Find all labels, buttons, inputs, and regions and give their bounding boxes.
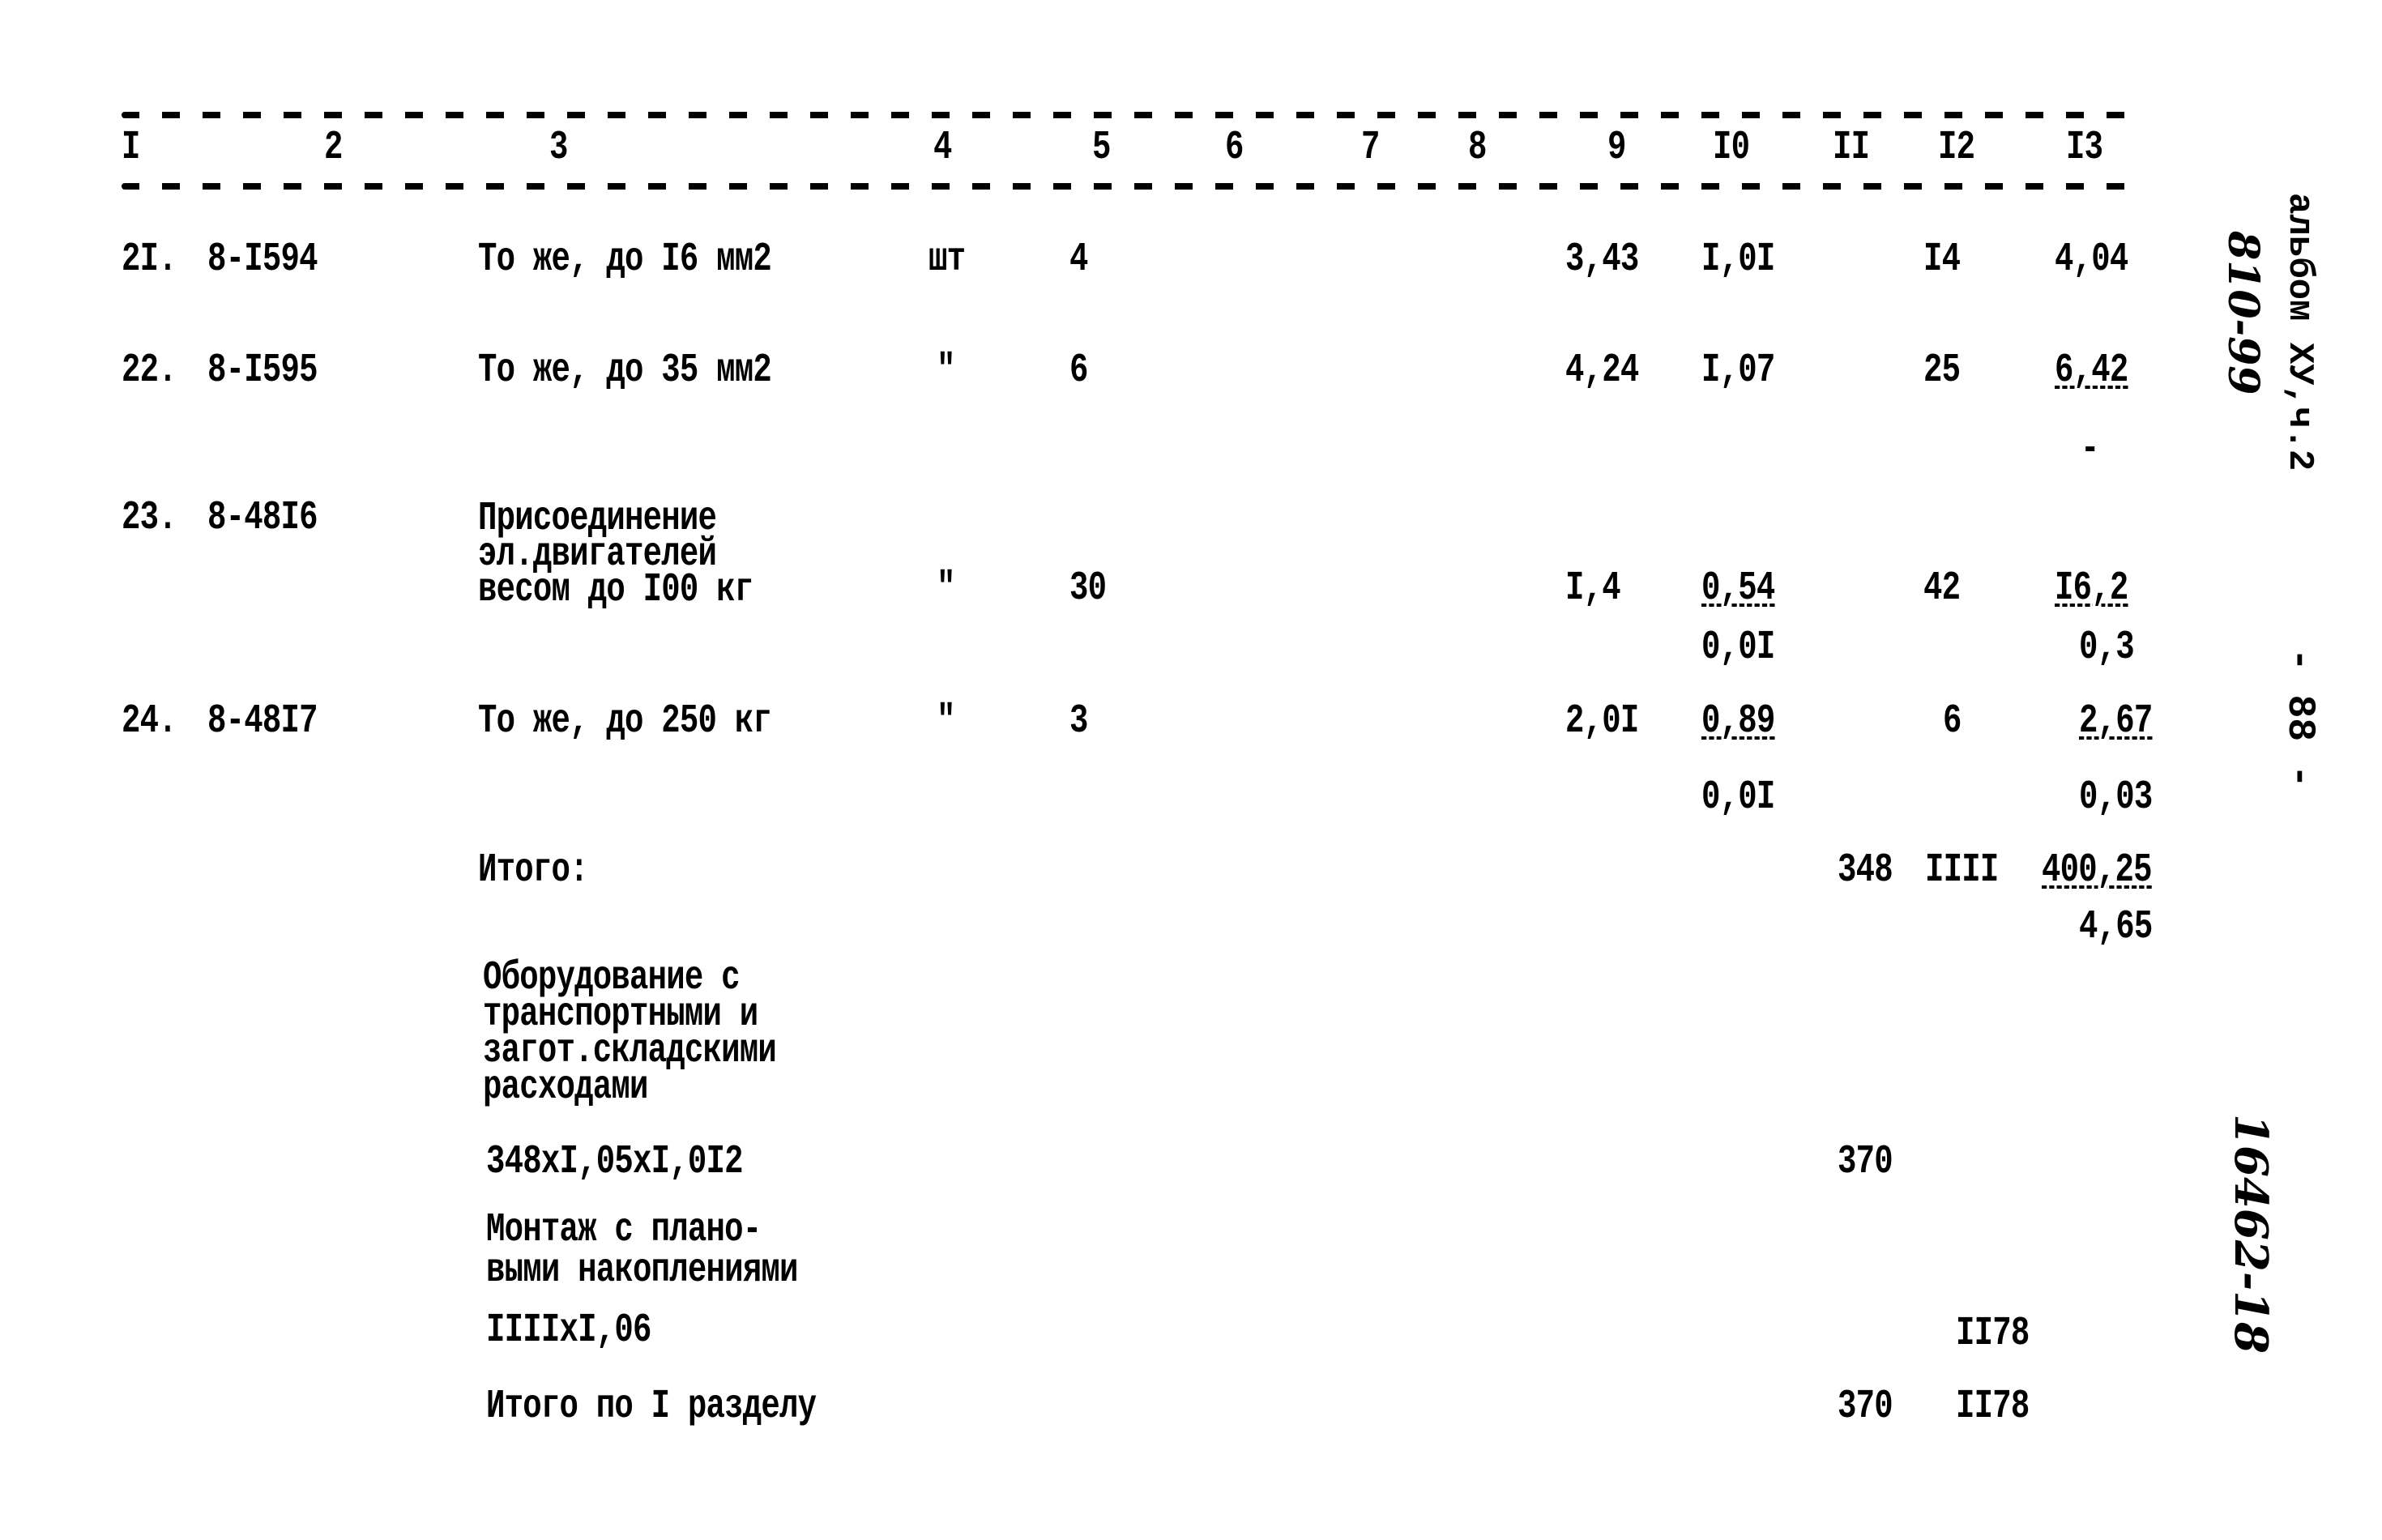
section-total-col11: 370 — [1838, 1384, 1893, 1430]
col-header-5: 5 — [1092, 125, 1111, 171]
col-header-2: 2 — [324, 125, 343, 171]
row-col13: 2,67 — [2079, 698, 2153, 744]
row-col10: 0,89 — [1701, 698, 1775, 744]
document-number: 16462-18 — [2224, 1114, 2277, 1354]
row-number: 23. — [122, 495, 177, 541]
row-col9: 3,43 — [1565, 237, 1639, 283]
equipment-line-4: расходами — [483, 1064, 648, 1111]
col-header-12: I2 — [1938, 125, 1975, 171]
equipment-col11: 370 — [1838, 1139, 1893, 1185]
row-col10: I,07 — [1701, 348, 1775, 394]
montage-col12: II78 — [1956, 1311, 2030, 1357]
row-name-line-3: весом до I00 кг — [478, 567, 753, 613]
row-col13-sub: 0,03 — [2079, 774, 2153, 821]
row-code: 8-48I7 — [207, 698, 318, 744]
col-header-11: II — [1833, 125, 1870, 171]
row-col10-sub: 0,0I — [1701, 774, 1775, 821]
row-col10: 0,54 — [1701, 565, 1775, 612]
row-col12: 42 — [1923, 565, 1961, 612]
row-col12: 25 — [1923, 348, 1961, 394]
row-col13: I6,2 — [2055, 565, 2128, 612]
section-total-col12: II78 — [1956, 1384, 2030, 1430]
row-col9: 2,0I — [1565, 698, 1639, 744]
itogo-label: Итого: — [478, 847, 589, 894]
header-top-rule — [122, 112, 2131, 118]
col-header-9: 9 — [1607, 125, 1626, 171]
col-header-13: I3 — [2066, 125, 2103, 171]
col-header-1: I — [122, 125, 140, 171]
row-code: 8-48I6 — [207, 495, 318, 541]
row-unit: " — [937, 348, 955, 394]
row-col12: 6 — [1943, 698, 1962, 744]
row-qty: 3 — [1069, 698, 1088, 744]
row-col10: I,0I — [1701, 237, 1775, 283]
row-qty: 30 — [1069, 565, 1107, 612]
col-header-10: I0 — [1713, 125, 1750, 171]
equipment-formula: 348xI,05xI,0I2 — [486, 1139, 744, 1185]
itogo-col13: 400,25 — [2042, 847, 2153, 894]
row-col12: I4 — [1923, 237, 1961, 283]
row-col13-sub: 0,3 — [2079, 625, 2135, 671]
row-col13: 4,04 — [2055, 237, 2128, 283]
row-col13-sub: - — [2081, 426, 2099, 472]
col-header-8: 8 — [1468, 125, 1487, 171]
row-col9: 4,24 — [1565, 348, 1639, 394]
itogo-col13-sub: 4,65 — [2079, 904, 2153, 950]
col-header-7: 7 — [1361, 125, 1380, 171]
itogo-col12: IIII — [1925, 847, 1999, 894]
row-col13: 6,42 — [2055, 348, 2128, 394]
col-header-6: 6 — [1225, 125, 1244, 171]
row-qty: 4 — [1069, 237, 1088, 283]
itogo-col11: 348 — [1838, 847, 1893, 894]
row-unit: шт — [928, 237, 966, 283]
col-header-3: 3 — [549, 125, 568, 171]
montage-formula: IIIIxI,06 — [486, 1308, 651, 1354]
row-number: 22. — [122, 348, 177, 394]
row-number: 24. — [122, 698, 177, 744]
section-total-label: Итого по I разделу — [486, 1384, 817, 1430]
col-header-4: 4 — [933, 125, 952, 171]
handwritten-reference: 810-99 — [2218, 231, 2268, 395]
montage-line-1: Монтаж с плано- — [486, 1207, 762, 1253]
row-name: То же, до 35 мм2 — [478, 348, 772, 394]
page-number: - 88 - — [2277, 648, 2321, 788]
header-bottom-rule — [122, 183, 2131, 190]
row-qty: 6 — [1069, 348, 1088, 394]
row-unit: " — [937, 565, 955, 612]
row-unit: " — [937, 698, 955, 744]
album-reference: альбом XУ,ч.2 — [2279, 193, 2320, 471]
row-col9: I,4 — [1565, 565, 1621, 612]
row-name: То же, до I6 мм2 — [478, 237, 772, 283]
montage-line-2: выми накоплениями — [486, 1248, 798, 1294]
row-name: То же, до 250 кг — [478, 698, 772, 744]
row-code: 8-I594 — [207, 237, 318, 283]
row-col10-sub: 0,0I — [1701, 625, 1775, 671]
row-number: 2I. — [122, 237, 177, 283]
row-code: 8-I595 — [207, 348, 318, 394]
